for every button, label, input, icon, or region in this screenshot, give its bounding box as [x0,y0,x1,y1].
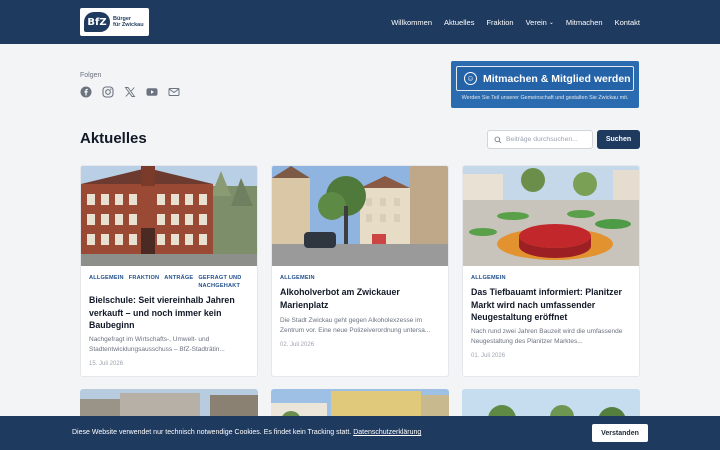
post-categories-3: ALLGEMEIN [471,274,631,282]
cta-panel: ☺ Mitmachen & Mitglied werden Werden Sie… [451,61,639,108]
privacy-link[interactable]: Datenschutzerklärung [353,429,421,436]
search-icon [494,136,502,143]
search-input[interactable] [506,136,590,143]
chevron-down-icon: ⌄ [548,19,554,26]
cookie-accept-button[interactable]: Verstanden [592,424,648,442]
mail-icon[interactable] [168,86,180,98]
logo-line-2: für Zwickau [113,22,144,28]
nav-fraktion[interactable]: Fraktion [486,18,513,27]
join-member-label: Mitmachen & Mitglied werden [483,72,631,85]
nav-mitmachen[interactable]: Mitmachen [566,18,603,27]
post-title-1[interactable]: Bielschule: Seit viereinhalb Jahren verk… [89,294,249,332]
cookie-message: Diese Website verwendet nur technisch no… [72,429,421,436]
nav-kontakt[interactable]: Kontakt [615,18,640,27]
post-date-3: 01. Juli 2026 [471,353,506,359]
category-tag[interactable]: FRAKTION [129,274,160,290]
cookie-text: Diese Website verwendet nur technisch no… [72,429,352,436]
post-excerpt-1: Nachgefragt im Wirtschafts-, Umwelt- und… [89,336,225,353]
nav-verein[interactable]: Verein ⌄ [526,18,554,27]
category-tag[interactable]: ANTRÄGE [164,274,193,290]
category-tag[interactable]: ALLGEMEIN [471,274,506,282]
join-member-button[interactable]: ☺ Mitmachen & Mitglied werden [456,66,634,91]
post-image-2 [272,166,448,266]
instagram-icon[interactable] [102,86,114,98]
cta-subtitle: Werden Sie Teil unserer Gemeinschaft und… [461,95,629,101]
category-tag[interactable]: GEFRAGT UND NACHGEHAKT [198,274,248,290]
nav-willkommen[interactable]: Willkommen [391,18,432,27]
post-excerpt-3: Nach rund zwei Jahren Bauzeit wird die u… [471,328,623,345]
post-card-2[interactable]: ALLGEMEIN Alkoholverbot am Zwickauer Mar… [271,165,449,377]
post-categories-1: ALLGEMEIN FRAKTION ANTRÄGE GEFRAGT UND N… [89,274,249,290]
site-header: BfZ Bürger für Zwickau Willkommen Aktuel… [0,0,720,44]
post-title-2[interactable]: Alkoholverbot am Zwickauer Marienplatz [280,286,440,311]
post-date-1: 15. Juli 2026 [89,361,124,367]
main-nav: Willkommen Aktuelles Fraktion Verein ⌄ M… [391,0,640,44]
nav-aktuelles[interactable]: Aktuelles [444,18,474,27]
youtube-icon[interactable] [146,86,158,98]
social-links [80,86,180,98]
category-tag[interactable]: ALLGEMEIN [89,274,124,290]
logo-text: Bürger für Zwickau [113,16,144,28]
post-excerpt-2: Die Stadt Zwickau geht gegen Alkoholexze… [280,317,431,334]
site-logo[interactable]: BfZ Bürger für Zwickau [80,8,149,36]
follow-label: Folgen [80,72,102,79]
category-tag[interactable]: ALLGEMEIN [280,274,315,282]
search-button[interactable]: Suchen [597,130,640,149]
post-image-3 [463,166,639,266]
post-image-1 [81,166,257,266]
post-title-3[interactable]: Das Tiefbauamt informiert: Planitzer Mar… [471,286,631,324]
logo-mark: BfZ [84,12,110,32]
post-date-2: 02. Juli 2026 [280,342,315,348]
nav-verein-label: Verein [525,17,547,27]
x-icon[interactable] [124,86,136,98]
cookie-banner: Diese Website verwendet nur technisch no… [0,416,720,450]
facebook-icon[interactable] [80,86,92,98]
add-user-icon: ☺ [464,72,477,85]
section-title: Aktuelles [80,130,147,147]
post-card-3[interactable]: ALLGEMEIN Das Tiefbauamt informiert: Pla… [462,165,640,377]
post-categories-2: ALLGEMEIN [280,274,440,282]
search-box [487,130,593,149]
post-card-1[interactable]: ALLGEMEIN FRAKTION ANTRÄGE GEFRAGT UND N… [80,165,258,377]
